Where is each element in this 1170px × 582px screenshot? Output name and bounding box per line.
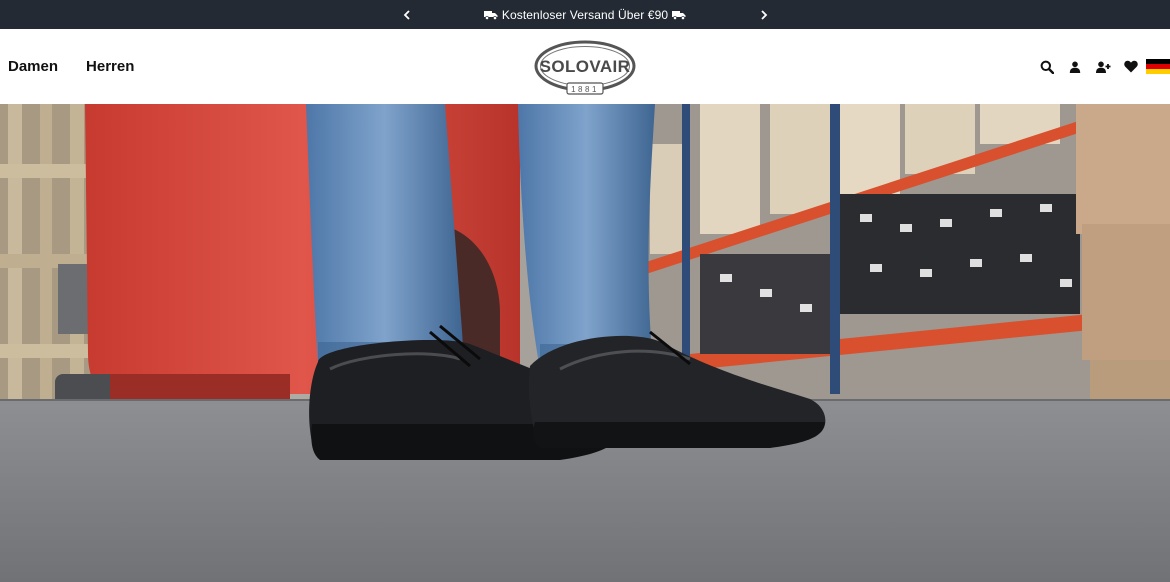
hero-image (0, 104, 1170, 582)
warehouse-shelves (640, 104, 1170, 404)
register-button[interactable] (1089, 53, 1117, 81)
announcement-prev-button[interactable] (395, 0, 419, 29)
solovair-logo: SOLOVAIR 1881 (534, 40, 636, 95)
hero-banner[interactable] (0, 104, 1170, 582)
site-header: Damen Herren SOLOVAIR 1881 (0, 29, 1170, 104)
flag-germany-icon[interactable] (1146, 58, 1170, 75)
add-user-icon (1095, 61, 1110, 73)
truck-icon (672, 10, 686, 20)
brand-logo[interactable]: SOLOVAIR 1881 (534, 39, 636, 95)
logo-brand-text: SOLOVAIR (540, 57, 631, 76)
announcement-message: Kostenloser Versand Über €90 (483, 7, 686, 22)
main-nav: Damen Herren (8, 29, 134, 104)
wooden-pallets (0, 104, 95, 414)
truck-icon (483, 10, 498, 20)
announcement-bar: Kostenloser Versand Über €90 (0, 0, 1170, 29)
account-button[interactable] (1061, 53, 1089, 81)
logo-year-text: 1881 (571, 85, 599, 94)
nav-item-damen[interactable]: Damen (8, 58, 58, 75)
heart-icon (1124, 60, 1138, 73)
chevron-right-icon (761, 9, 768, 20)
search-icon (1040, 60, 1054, 74)
nav-item-herren[interactable]: Herren (86, 58, 134, 75)
wishlist-button[interactable] (1117, 53, 1145, 81)
header-actions (1033, 29, 1170, 104)
announcement-next-button[interactable] (752, 0, 776, 29)
search-button[interactable] (1033, 53, 1061, 81)
announcement-text: Kostenloser Versand Über €90 (501, 7, 669, 22)
user-icon (1069, 61, 1081, 73)
chevron-left-icon (403, 9, 410, 20)
